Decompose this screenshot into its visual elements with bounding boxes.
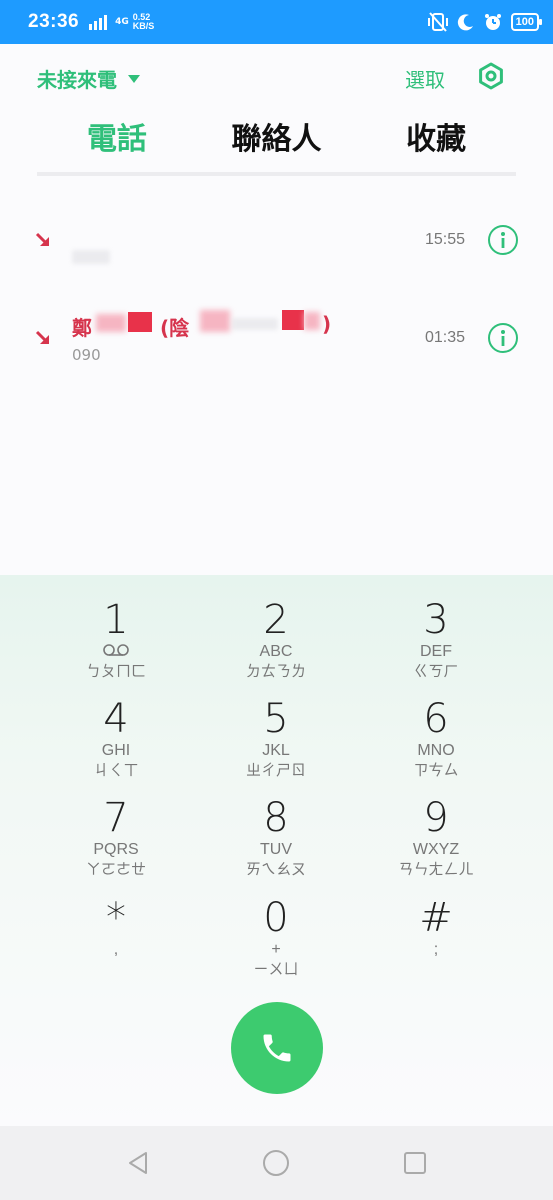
key-letters: ,	[113, 941, 119, 958]
key-6[interactable]: 6 MNO ㄗㄘㄙ	[356, 696, 516, 796]
tab-divider	[37, 172, 516, 176]
key-digit: 2	[263, 597, 289, 643]
key-letters: +	[271, 941, 281, 958]
home-icon[interactable]	[261, 1148, 291, 1178]
phone-icon	[263, 1034, 291, 1062]
call-filter-dropdown[interactable]: 未接來電	[37, 64, 141, 93]
key-3[interactable]: 3 DEF ㄍㄎㄏ	[356, 597, 516, 697]
system-nav-bar	[0, 1126, 553, 1200]
key-letters: JKL	[262, 742, 290, 759]
redacted-name-part	[200, 310, 230, 332]
select-button[interactable]: 選取	[405, 64, 445, 93]
tab-favorites[interactable]: 收藏	[356, 118, 516, 174]
tab-contacts[interactable]: 聯絡人	[197, 118, 357, 174]
key-0[interactable]: 0 + ㄧㄨㄩ	[196, 895, 356, 995]
voicemail-icon	[36, 643, 196, 661]
key-digit: *	[106, 895, 126, 941]
caller-name-end: )	[322, 312, 332, 336]
key-letters: ABC	[259, 643, 293, 660]
key-bopomofo: ㄓㄔㄕㄖ	[245, 761, 306, 779]
alarm-icon	[484, 14, 501, 30]
key-bopomofo: ㄍㄎㄏ	[413, 662, 459, 680]
back-icon[interactable]	[124, 1148, 154, 1178]
caller-number: 090	[72, 346, 101, 364]
key-letters: PQRS	[93, 841, 139, 858]
call-button[interactable]	[231, 1002, 323, 1094]
call-log-row[interactable]: 鄭 (陰 ) 090 01:35	[0, 294, 553, 392]
key-bopomofo: ㄐㄑㄒ	[93, 761, 139, 779]
redacted-name-part	[96, 314, 126, 332]
key-letters: GHI	[101, 742, 131, 759]
key-bopomofo: ㄚㄛㄜㄝ	[85, 860, 146, 878]
tab-phone[interactable]: 電話	[37, 118, 197, 174]
missed-call-arrow-icon	[35, 330, 49, 344]
key-digit: 4	[103, 696, 129, 742]
redacted-name	[72, 250, 110, 264]
tab-bar: 電話 聯絡人 收藏	[37, 118, 516, 174]
key-bopomofo: ㄢㄣㄤㄥㄦ	[398, 860, 474, 878]
network-speed: 0.52 KB/S	[133, 13, 155, 31]
key-7[interactable]: 7 PQRS ㄚㄛㄜㄝ	[36, 795, 196, 895]
key-digit: 1	[103, 597, 129, 643]
caller-name-prefix: 鄭	[72, 316, 92, 340]
key-bopomofo: ㄅㄆㄇㄈ	[85, 662, 146, 680]
key-letters: ;	[433, 941, 439, 958]
status-time: 23:36	[28, 11, 80, 32]
call-log-list: 15:55 鄭 (陰 ) 090 01:35	[0, 196, 553, 392]
missed-call-arrow-icon	[35, 232, 49, 246]
key-digit: 7	[103, 795, 129, 841]
key-bopomofo: ㄞㄟㄠㄡ	[245, 860, 306, 878]
redacted-name-part	[282, 310, 304, 330]
call-time: 15:55	[424, 231, 465, 248]
call-time: 01:35	[424, 329, 465, 346]
key-bopomofo: ㄗㄘㄙ	[413, 761, 459, 779]
key-letters: MNO	[417, 742, 455, 759]
info-icon[interactable]	[487, 322, 519, 354]
key-1[interactable]: 1 ㄅㄆㄇㄈ	[36, 597, 196, 697]
battery-indicator: 100	[510, 13, 543, 31]
key-letters: TUV	[260, 841, 292, 858]
network-indicator: 4G 0.52 KB/S	[89, 13, 154, 31]
key-digit: 6	[423, 696, 449, 742]
key-digit: 3	[423, 597, 449, 643]
caller-name-mid: (陰	[160, 316, 190, 340]
redacted-name-part	[232, 318, 278, 330]
info-icon[interactable]	[487, 224, 519, 256]
network-type: 4G	[115, 16, 129, 27]
gear-icon[interactable]	[477, 62, 505, 90]
key-letters: WXYZ	[412, 841, 460, 858]
key-5[interactable]: 5 JKL ㄓㄔㄕㄖ	[196, 696, 356, 796]
key-8[interactable]: 8 TUV ㄞㄟㄠㄡ	[196, 795, 356, 895]
vibrate-icon	[427, 12, 448, 32]
key-star[interactable]: * ,	[36, 895, 196, 995]
signal-icon	[89, 15, 108, 30]
dropdown-arrow-icon	[128, 74, 140, 83]
call-filter-label: 未接來電	[37, 68, 117, 92]
key-digit: #	[419, 895, 453, 941]
key-digit: 8	[263, 795, 289, 841]
key-digit: 0	[263, 895, 289, 941]
call-log-row[interactable]: 15:55	[0, 196, 553, 294]
key-9[interactable]: 9 WXYZ ㄢㄣㄤㄥㄦ	[356, 795, 516, 895]
key-2[interactable]: 2 ABC ㄉㄊㄋㄌ	[196, 597, 356, 697]
recents-icon[interactable]	[400, 1148, 430, 1178]
key-4[interactable]: 4 GHI ㄐㄑㄒ	[36, 696, 196, 796]
key-letters: DEF	[420, 643, 452, 660]
key-hash[interactable]: # ;	[356, 895, 516, 995]
key-bopomofo: ㄉㄊㄋㄌ	[245, 662, 306, 680]
speed-unit: KB/S	[132, 21, 155, 31]
key-digit: 9	[423, 795, 449, 841]
redacted-name-part	[304, 312, 320, 330]
key-bopomofo: ㄧㄨㄩ	[253, 960, 299, 978]
status-bar: 23:36 4G 0.52 KB/S 100	[0, 0, 553, 44]
header: 未接來電 選取	[0, 58, 553, 98]
redacted-name-part	[128, 312, 152, 332]
key-digit: 5	[263, 696, 289, 742]
moon-icon	[457, 14, 473, 31]
